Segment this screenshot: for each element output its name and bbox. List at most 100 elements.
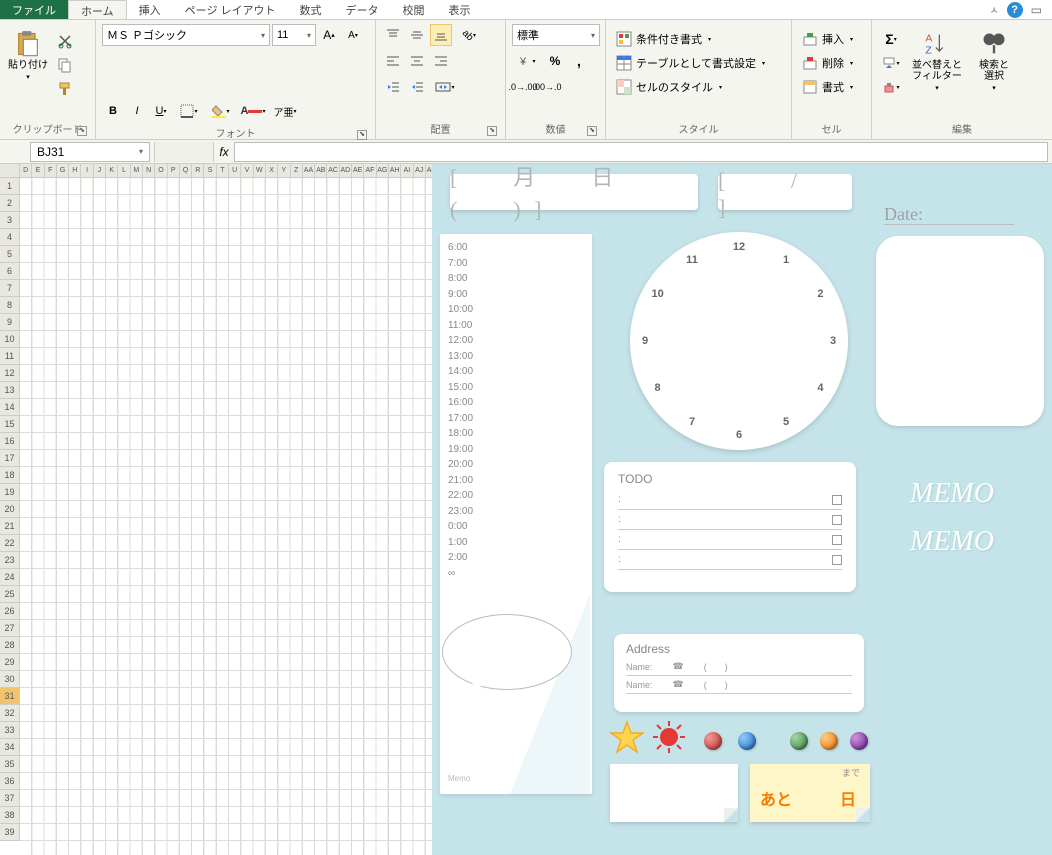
sort-filter-button[interactable]: AZ 並べ替えと フィルター▾ bbox=[908, 24, 966, 92]
decrease-font-button[interactable]: A▾ bbox=[342, 24, 364, 46]
minimize-ribbon-icon[interactable]: ㅅ bbox=[989, 2, 998, 17]
row-header[interactable]: 7 bbox=[0, 280, 20, 297]
cell-styles-button[interactable]: セルのスタイル▾ bbox=[612, 76, 769, 98]
column-header[interactable]: N bbox=[143, 164, 155, 177]
font-name-combo[interactable]: ＭＳ Ｐゴシック▾ bbox=[102, 24, 270, 46]
copy-button[interactable] bbox=[54, 54, 76, 76]
underline-button[interactable]: U▾ bbox=[150, 100, 172, 122]
insert-cells-button[interactable]: 挿入▾ bbox=[798, 28, 857, 50]
column-header[interactable]: AG bbox=[377, 164, 389, 177]
row-header[interactable]: 19 bbox=[0, 484, 20, 501]
column-header[interactable]: G bbox=[57, 164, 69, 177]
row-header[interactable]: 15 bbox=[0, 416, 20, 433]
column-header[interactable]: U bbox=[229, 164, 241, 177]
column-header[interactable]: S bbox=[204, 164, 216, 177]
row-header[interactable]: 11 bbox=[0, 348, 20, 365]
italic-button[interactable]: I bbox=[126, 100, 148, 122]
merge-button[interactable]: ▾ bbox=[430, 76, 460, 98]
increase-font-button[interactable]: A▴ bbox=[318, 24, 340, 46]
row-header[interactable]: 16 bbox=[0, 433, 20, 450]
row-header[interactable]: 26 bbox=[0, 603, 20, 620]
clear-button[interactable]: ▾ bbox=[878, 76, 904, 98]
column-header[interactable]: AE bbox=[352, 164, 364, 177]
row-header[interactable]: 2 bbox=[0, 195, 20, 212]
tab-file[interactable]: ファイル bbox=[0, 0, 68, 19]
window-icon[interactable]: ▭ bbox=[1031, 3, 1042, 17]
column-header[interactable]: AJ bbox=[414, 164, 426, 177]
bold-button[interactable]: B bbox=[102, 100, 124, 122]
row-header[interactable]: 1 bbox=[0, 178, 20, 195]
row-header[interactable]: 30 bbox=[0, 671, 20, 688]
select-all-corner[interactable] bbox=[0, 164, 20, 178]
increase-decimal-button[interactable]: .0→.00 bbox=[512, 76, 534, 98]
format-cells-button[interactable]: 書式▾ bbox=[798, 76, 857, 98]
column-header[interactable]: I bbox=[81, 164, 93, 177]
column-header[interactable]: AI bbox=[401, 164, 413, 177]
column-header[interactable]: F bbox=[45, 164, 57, 177]
row-header[interactable]: 12 bbox=[0, 365, 20, 382]
orientation-button[interactable]: ab▾ bbox=[454, 24, 484, 46]
row-header[interactable]: 37 bbox=[0, 790, 20, 807]
accounting-format-button[interactable]: ¥▾ bbox=[512, 50, 542, 72]
percent-button[interactable]: % bbox=[544, 50, 566, 72]
row-header[interactable]: 3 bbox=[0, 212, 20, 229]
fx-button[interactable]: fx bbox=[214, 145, 234, 159]
column-header[interactable]: AC bbox=[327, 164, 339, 177]
align-right-button[interactable] bbox=[430, 50, 452, 72]
column-header[interactable]: R bbox=[192, 164, 204, 177]
checkbox-icon[interactable] bbox=[832, 515, 842, 525]
font-size-combo[interactable]: 11▾ bbox=[272, 24, 316, 46]
row-header[interactable]: 33 bbox=[0, 722, 20, 739]
decrease-indent-button[interactable] bbox=[382, 76, 404, 98]
alignment-dialog-launcher[interactable]: ⬊ bbox=[487, 126, 497, 136]
tab-review[interactable]: 校閲 bbox=[391, 0, 437, 19]
row-header[interactable]: 32 bbox=[0, 705, 20, 722]
column-header[interactable]: D bbox=[20, 164, 32, 177]
row-header[interactable]: 10 bbox=[0, 331, 20, 348]
row-header[interactable]: 24 bbox=[0, 569, 20, 586]
column-header[interactable]: V bbox=[241, 164, 253, 177]
decrease-decimal-button[interactable]: .00→.0 bbox=[536, 76, 558, 98]
column-header[interactable]: T bbox=[217, 164, 229, 177]
checkbox-icon[interactable] bbox=[832, 555, 842, 565]
column-header[interactable]: Z bbox=[291, 164, 303, 177]
row-header[interactable]: 28 bbox=[0, 637, 20, 654]
help-icon[interactable]: ? bbox=[1007, 2, 1023, 18]
row-header[interactable]: 6 bbox=[0, 263, 20, 280]
column-header[interactable]: L bbox=[118, 164, 130, 177]
row-header[interactable]: 21 bbox=[0, 518, 20, 535]
cut-button[interactable] bbox=[54, 30, 76, 52]
row-header[interactable]: 22 bbox=[0, 535, 20, 552]
format-as-table-button[interactable]: テーブルとして書式設定▾ bbox=[612, 52, 769, 74]
fill-color-button[interactable]: ▾ bbox=[206, 100, 236, 122]
column-header[interactable]: P bbox=[168, 164, 180, 177]
formula-bar[interactable] bbox=[234, 142, 1048, 162]
column-header[interactable]: X bbox=[266, 164, 278, 177]
font-color-button[interactable]: A▾ bbox=[238, 100, 268, 122]
row-header[interactable]: 34 bbox=[0, 739, 20, 756]
number-format-combo[interactable]: 標準▾ bbox=[512, 24, 600, 46]
column-header[interactable]: O bbox=[155, 164, 167, 177]
row-header[interactable]: 13 bbox=[0, 382, 20, 399]
row-header[interactable]: 38 bbox=[0, 807, 20, 824]
autosum-button[interactable]: Σ▾ bbox=[878, 28, 904, 50]
comma-button[interactable]: , bbox=[568, 50, 590, 72]
column-header[interactable]: H bbox=[69, 164, 81, 177]
row-header[interactable]: 36 bbox=[0, 773, 20, 790]
row-header[interactable]: 31 bbox=[0, 688, 20, 705]
number-dialog-launcher[interactable]: ⬊ bbox=[587, 126, 597, 136]
clipboard-dialog-launcher[interactable]: ⬊ bbox=[77, 126, 87, 136]
tab-formulas[interactable]: 数式 bbox=[288, 0, 334, 19]
column-header[interactable]: AA bbox=[303, 164, 315, 177]
border-button[interactable]: ▾ bbox=[174, 100, 204, 122]
conditional-formatting-button[interactable]: 条件付き書式▾ bbox=[612, 28, 769, 50]
row-header[interactable]: 5 bbox=[0, 246, 20, 263]
row-header[interactable]: 27 bbox=[0, 620, 20, 637]
tab-data[interactable]: データ bbox=[334, 0, 391, 19]
column-header[interactable]: W bbox=[254, 164, 266, 177]
worksheet-grid[interactable]: DEFGHIJKLMNOPQRSTUVWXYZAAABACADAEAFAGAHA… bbox=[0, 164, 432, 855]
name-box[interactable]: BJ31▾ bbox=[30, 142, 150, 162]
column-header[interactable]: AD bbox=[340, 164, 352, 177]
column-header[interactable]: Y bbox=[278, 164, 290, 177]
row-header[interactable]: 20 bbox=[0, 501, 20, 518]
